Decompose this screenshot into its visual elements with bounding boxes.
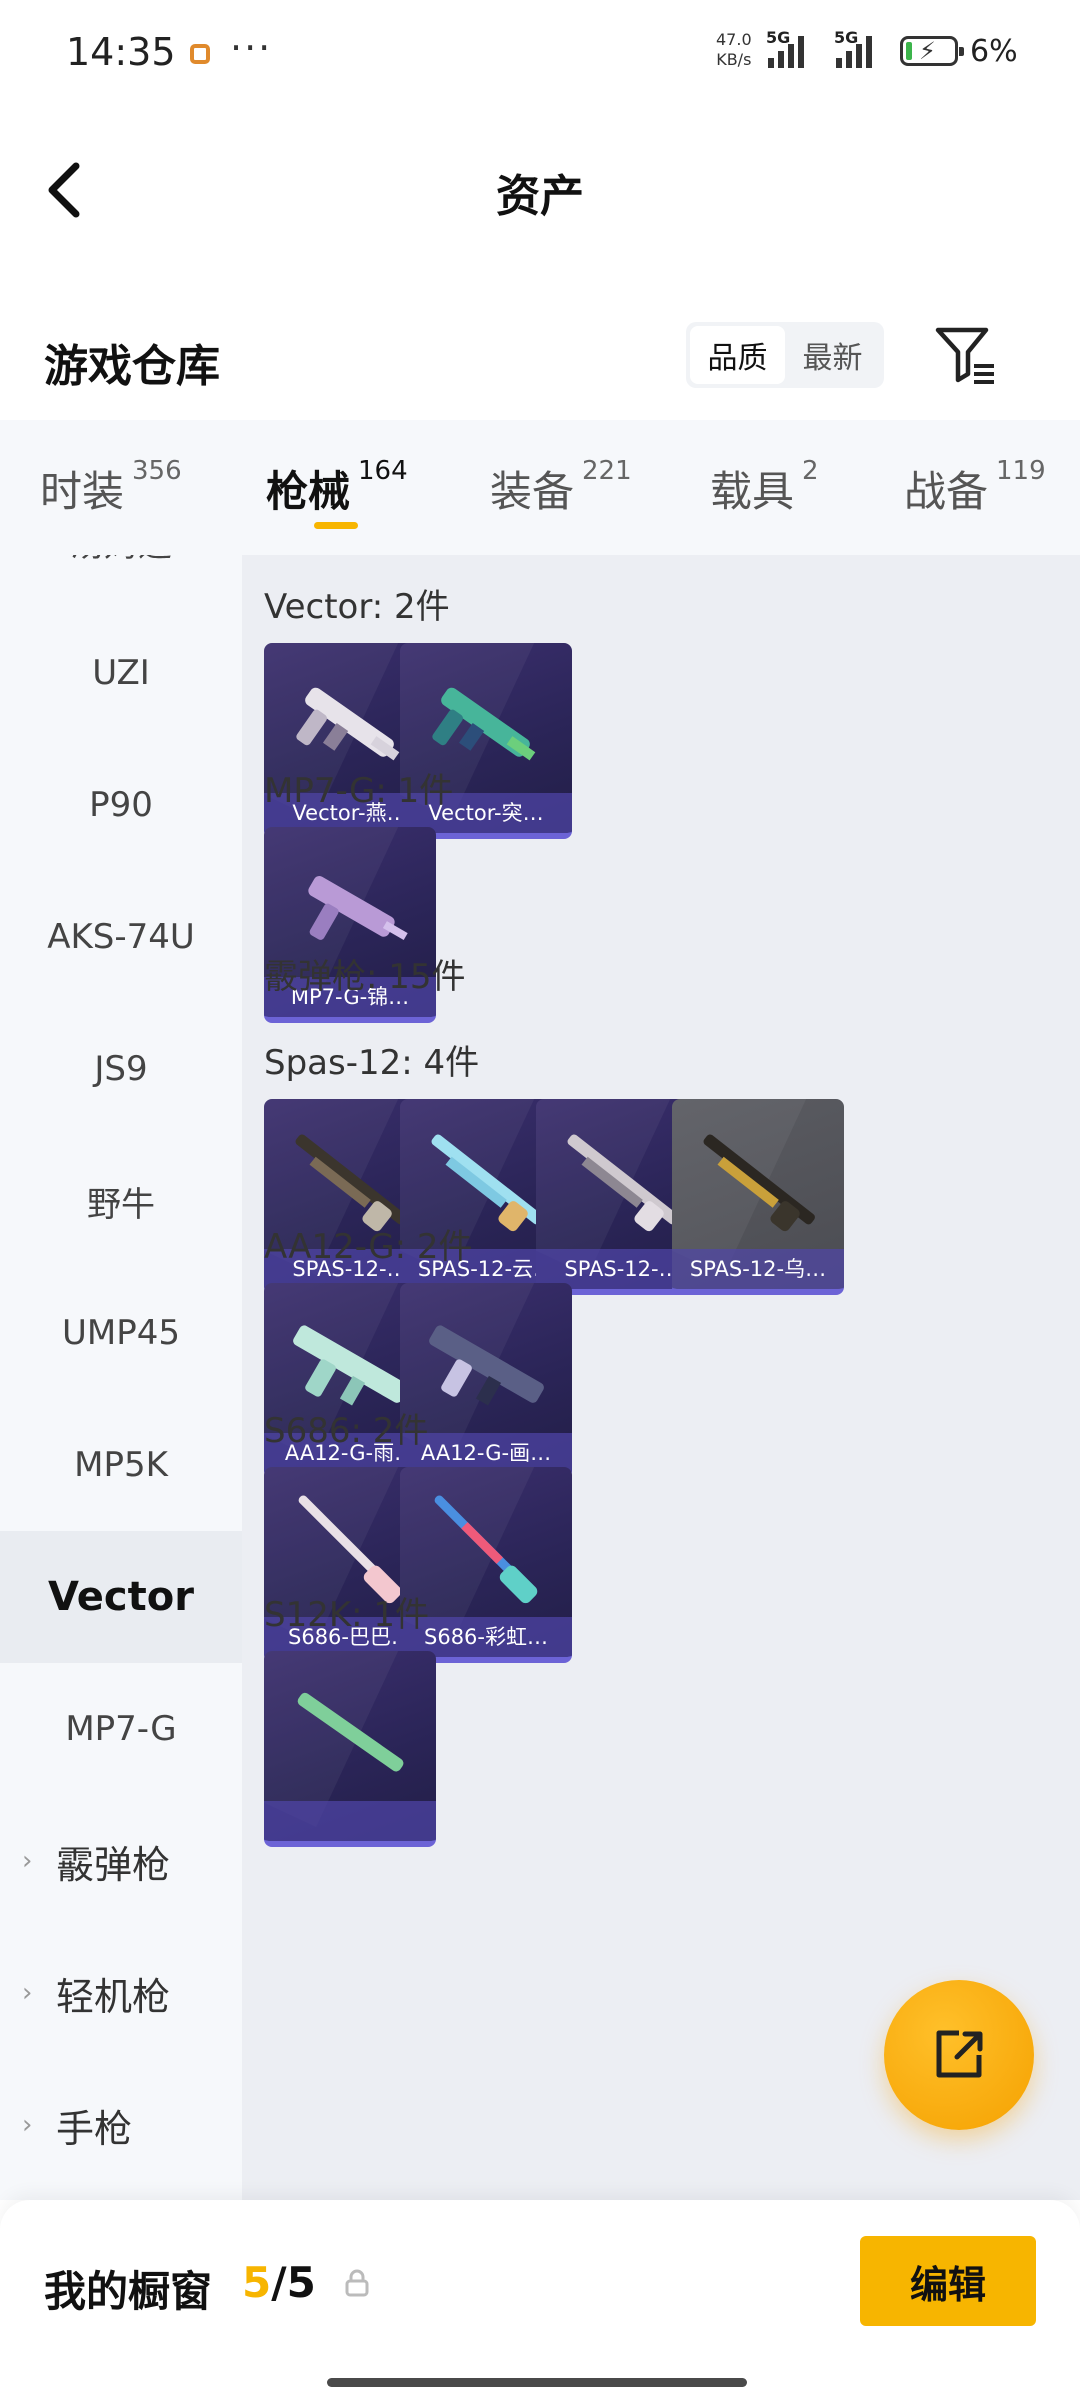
sidebar-group-label: 轻机枪 (56, 1974, 171, 2019)
tab-firearms[interactable]: 枪械 164 (266, 456, 408, 519)
group-title-shotgun: 霰弹枪: 15件 (264, 957, 466, 997)
item-name (264, 1801, 436, 1841)
group-title-s686: S686: 2件 (264, 1411, 429, 1451)
sort-newest-option[interactable]: 最新 (785, 326, 880, 384)
lock-icon (345, 2269, 369, 2297)
tab-supplies[interactable]: 战备 119 (904, 456, 1046, 519)
sidebar-group-shotgun[interactable]: › 霰弹枪 (0, 1795, 242, 1927)
battery-percent: 6% (970, 34, 1018, 69)
filter-button[interactable] (930, 320, 1000, 390)
net-speed-value: 47.0 (716, 30, 752, 49)
category-tabs: 时装 356 枪械 164 装备 221 载具 2 战备 119 (0, 420, 1080, 555)
chevron-right-icon: › (22, 2110, 33, 2140)
tab-label: 战备 (904, 467, 989, 516)
net-speed-unit: KB/s (716, 50, 752, 69)
tab-label: 枪械 (266, 467, 351, 516)
warehouse-header: 游戏仓库 品质 最新 (0, 300, 1080, 420)
status-time: 14:35 (66, 30, 176, 74)
item-card[interactable] (264, 1651, 436, 1847)
tab-vehicles[interactable]: 载具 2 (710, 456, 819, 519)
sidebar-item-uzi[interactable]: UZI (0, 607, 242, 739)
sidebar-group-label: 霰弹枪 (56, 1842, 171, 1887)
filter-icon (935, 327, 994, 384)
battery-icon: ⚡ (900, 36, 964, 66)
sidebar-group-pistol[interactable]: › 手枪 (0, 2059, 242, 2191)
sidebar-item-ump45[interactable]: UMP45 (0, 1267, 242, 1399)
showcase-count: 5/5 (242, 2258, 316, 2307)
sidebar-item-mp7g[interactable]: MP7-G (0, 1663, 242, 1795)
tab-count: 221 (582, 456, 632, 486)
chevron-right-icon: › (22, 1978, 33, 2008)
active-tab-indicator (314, 522, 358, 529)
weapon-grid[interactable]: Vector: 2件 Vector-燕… Vector-突… MP7-G: 1件… (242, 555, 1080, 2200)
sidebar-item-js9[interactable]: JS9 (0, 1003, 242, 1135)
chevron-right-icon: › (22, 1846, 33, 1876)
item-card[interactable]: SPAS-12-乌… (672, 1099, 844, 1295)
edit-button[interactable]: 编辑 (860, 2236, 1036, 2326)
showcase-bar: 我的橱窗 5/5 编辑 (0, 2200, 1080, 2400)
weapon-skin-image (297, 1692, 404, 1772)
tab-label: 载具 (710, 467, 795, 516)
weapon-skin-image (429, 1325, 544, 1406)
more-notifications-icon: ··· (230, 26, 273, 70)
sim2-label: 5G (834, 28, 859, 47)
showcase-current: 5 (242, 2258, 272, 2307)
sim1-label: 5G (766, 28, 791, 47)
sidebar-item-aks74u[interactable]: AKS-74U (0, 871, 242, 1003)
item-name: SPAS-12-乌… (672, 1249, 844, 1289)
share-fab-button[interactable] (884, 1980, 1034, 2130)
group-title-s12k: S12K: 1件 (264, 1595, 430, 1635)
home-indicator[interactable] (327, 2378, 747, 2387)
sort-toggle: 品质 最新 (686, 322, 884, 388)
sidebar-item-thompson[interactable]: 汤姆逊 (0, 555, 242, 607)
warehouse-title: 游戏仓库 (44, 341, 220, 392)
signal-sim2-icon: 5G (834, 28, 872, 68)
tab-fashion[interactable]: 时装 356 (40, 456, 182, 519)
status-bar: 14:35 ··· 47.0 KB/s 5G 5G ⚡ 6% (0, 0, 1080, 110)
signal-sim1-icon: 5G (766, 28, 804, 68)
share-icon (936, 2030, 983, 2078)
sidebar-item-vector[interactable]: Vector (0, 1531, 242, 1663)
notification-icon (190, 44, 210, 64)
tab-count: 356 (132, 456, 182, 486)
network-speed: 47.0 KB/s (716, 30, 752, 70)
showcase-label: 我的橱窗 (44, 2267, 213, 2316)
sidebar-group-label: 手枪 (56, 2106, 133, 2151)
weapon-sidebar[interactable]: 汤姆逊 UZI P90 AKS-74U JS9 野牛 UMP45 MP5K Ve… (0, 555, 242, 2200)
group-title-aa12g: AA12-G: 2件 (264, 1227, 473, 1267)
group-title-spas12: Spas-12: 4件 (264, 1043, 480, 1083)
tab-count: 119 (996, 456, 1046, 486)
weapon-skin-image (434, 1495, 538, 1604)
sort-quality-option[interactable]: 品质 (690, 326, 785, 384)
sidebar-group-lmg[interactable]: › 轻机枪 (0, 1927, 242, 2059)
showcase-total: 5 (286, 2258, 316, 2307)
sidebar-item-p90[interactable]: P90 (0, 739, 242, 871)
app-header: 资产 (0, 110, 1080, 270)
tab-label: 装备 (490, 467, 575, 516)
group-title-vector: Vector: 2件 (264, 587, 450, 627)
tab-equipment[interactable]: 装备 221 (490, 456, 632, 519)
page-title: 资产 (496, 171, 584, 222)
tab-count: 164 (358, 456, 408, 486)
sidebar-item-bizon[interactable]: 野牛 (0, 1135, 242, 1267)
weapon-skin-image (703, 1134, 815, 1232)
tab-count: 2 (802, 456, 819, 486)
tab-label: 时装 (40, 467, 125, 516)
showcase-separator: / (271, 2258, 287, 2307)
group-title-mp7g: MP7-G: 1件 (264, 771, 454, 811)
sidebar-item-mp5k[interactable]: MP5K (0, 1399, 242, 1531)
